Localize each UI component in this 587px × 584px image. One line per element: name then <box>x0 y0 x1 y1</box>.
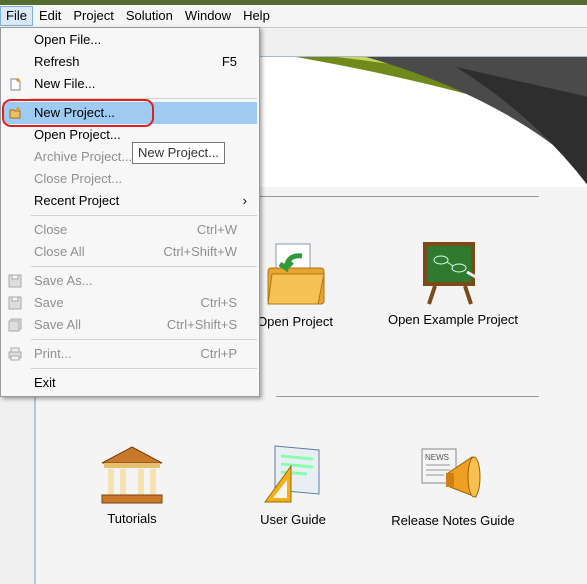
tooltip: New Project... <box>132 142 225 164</box>
section-divider <box>276 396 539 397</box>
tutorials-label: Tutorials <box>107 511 157 526</box>
menu-separator <box>31 215 257 216</box>
open-project-label: Open Project <box>257 314 333 329</box>
menu-item-recent-project[interactable]: Recent Project › <box>3 190 257 212</box>
menu-project[interactable]: Project <box>67 6 119 26</box>
menu-separator <box>31 266 257 267</box>
release-notes-guide-tile[interactable]: NEWS Release Notes Guide <box>388 443 518 528</box>
printer-icon <box>8 347 22 361</box>
museum-icon <box>101 446 163 504</box>
menu-window[interactable]: Window <box>179 6 237 26</box>
submenu-arrow-icon: › <box>242 193 247 208</box>
menu-edit[interactable]: Edit <box>33 6 67 26</box>
menu-separator <box>31 339 257 340</box>
menu-bar: File Edit Project Solution Window Help <box>0 5 587 28</box>
menu-item-close[interactable]: Close Ctrl+W <box>3 219 257 241</box>
menu-item-refresh[interactable]: Refresh F5 <box>3 51 257 73</box>
save-icon <box>8 296 22 310</box>
menu-item-close-project[interactable]: Close Project... <box>3 168 257 190</box>
save-all-icon <box>8 318 22 332</box>
menu-item-close-all[interactable]: Close All Ctrl+Shift+W <box>3 241 257 263</box>
menu-help[interactable]: Help <box>237 6 276 26</box>
callout-ring <box>2 99 154 127</box>
section-divider <box>236 196 539 197</box>
folder-open-icon <box>267 243 325 305</box>
menu-separator <box>31 368 257 369</box>
menu-item-exit[interactable]: Exit <box>3 372 257 394</box>
menu-item-new-file[interactable]: New File... <box>3 73 257 95</box>
open-example-project-label: Open Example Project <box>387 312 519 327</box>
user-guide-tile[interactable]: User Guide <box>248 442 338 527</box>
chalkboard-icon <box>423 242 482 305</box>
release-notes-guide-label: Release Notes Guide <box>391 513 515 528</box>
menu-item-save-all[interactable]: Save All Ctrl+Shift+S <box>3 314 257 336</box>
book-and-ruler-icon <box>264 445 320 503</box>
news-megaphone-icon: NEWS <box>421 448 481 498</box>
new-file-icon <box>10 78 21 91</box>
menu-item-save-as[interactable]: Save As... <box>3 270 257 292</box>
menu-item-save[interactable]: Save Ctrl+S <box>3 292 257 314</box>
menu-item-print[interactable]: Print... Ctrl+P <box>3 343 257 365</box>
menu-file[interactable]: File <box>0 6 33 26</box>
save-as-icon <box>8 274 22 288</box>
user-guide-label: User Guide <box>260 512 326 527</box>
svg-text:NEWS: NEWS <box>425 453 449 462</box>
tutorials-tile[interactable]: Tutorials <box>92 445 172 526</box>
file-menu-dropdown: Open File... Refresh F5 New File... New … <box>0 27 260 397</box>
menu-solution[interactable]: Solution <box>120 6 179 26</box>
menu-item-open-file[interactable]: Open File... <box>3 29 257 51</box>
open-project-tile[interactable]: Open Project <box>245 240 345 329</box>
open-example-project-tile[interactable]: Open Example Project <box>383 240 523 327</box>
